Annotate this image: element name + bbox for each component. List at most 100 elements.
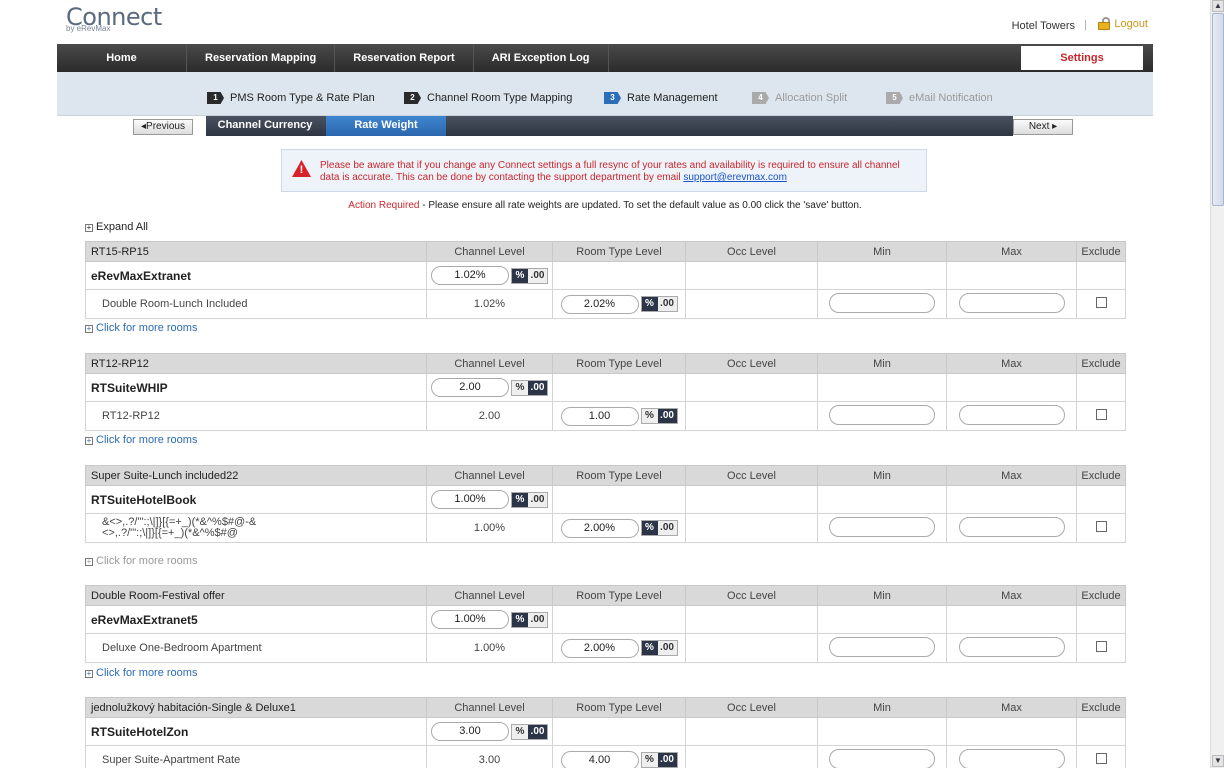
expand-all-link[interactable]: + Expand All — [85, 221, 148, 233]
channel-row: RTSuiteWHIP 2.00 % .00 — [85, 373, 1126, 402]
rate-table: Super Suite-Lunch included22 Channel Lev… — [85, 465, 1126, 543]
col-max: Max — [946, 353, 1077, 374]
channel-rate-input[interactable]: 1.00% — [431, 490, 509, 509]
more-rooms-link[interactable]: + Click for more rooms — [85, 434, 197, 446]
group-header-row: Double Room-Festival offer Channel Level… — [85, 585, 1126, 606]
channel-name: eRevMaxExtranet5 — [85, 605, 427, 634]
percent-toggle[interactable]: % — [641, 297, 658, 311]
percent-toggle[interactable]: % — [512, 268, 528, 283]
step-rate-management[interactable]: 3 Rate Management — [604, 92, 718, 104]
room-rate-input[interactable]: 2.00% — [560, 638, 639, 658]
exclude-checkbox[interactable] — [1095, 753, 1107, 764]
scroll-thumb[interactable] — [1212, 13, 1224, 206]
nav-ari-exception-log[interactable]: ARI Exception Log — [474, 44, 609, 72]
decimal-toggle[interactable]: .00 — [657, 297, 677, 311]
exclude-checkbox[interactable] — [1095, 409, 1107, 420]
room-type-level-cell: 2.02% % .00 — [552, 289, 686, 319]
support-email-link[interactable]: support@erevmax.com — [683, 172, 787, 183]
col-occ-level: Occ Level — [685, 697, 818, 718]
col-room-type-level: Room Type Level — [552, 585, 686, 606]
logout-label: Logout — [1114, 17, 1148, 30]
col-room-type-level: Room Type Level — [552, 241, 686, 262]
col-room-type-level: Room Type Level — [552, 353, 686, 374]
max-input[interactable] — [958, 516, 1065, 537]
scroll-up-icon[interactable]: ▲ — [1212, 0, 1224, 12]
decimal-toggle[interactable]: .00 — [528, 724, 547, 739]
decimal-toggle[interactable]: .00 — [657, 521, 677, 535]
channel-rate-input[interactable]: 2.00 — [431, 378, 509, 397]
decimal-toggle[interactable]: .00 — [657, 409, 677, 423]
rate-table: Double Room-Festival offer Channel Level… — [85, 585, 1126, 663]
previous-button[interactable]: ◂Previous — [133, 119, 193, 135]
room-type-level-cell: 4.00 % .00 — [552, 745, 686, 768]
main-nav: Home Reservation Mapping Reservation Rep… — [57, 44, 1153, 72]
scroll-down-icon[interactable]: ▼ — [1212, 755, 1224, 767]
logout-link[interactable]: Logout — [1097, 17, 1148, 30]
min-input[interactable] — [829, 748, 935, 768]
exclude-checkbox[interactable] — [1095, 641, 1107, 652]
group-title: Super Suite-Lunch included22 — [85, 465, 427, 486]
nav-reservation-mapping[interactable]: Reservation Mapping — [187, 44, 336, 72]
col-channel-level: Channel Level — [426, 353, 553, 374]
percent-toggle[interactable]: % — [512, 492, 528, 507]
tab-channel-currency[interactable]: Channel Currency — [206, 116, 324, 136]
nav-settings[interactable]: Settings — [1021, 46, 1143, 70]
room-name: Deluxe One-Bedroom Apartment — [102, 642, 262, 654]
tab-rate-weight[interactable]: Rate Weight — [326, 116, 446, 136]
percent-toggle[interactable]: % — [512, 612, 528, 627]
step-label: eMail Notification — [909, 92, 993, 104]
min-input[interactable] — [829, 516, 935, 537]
step-channel-room-type-mapping[interactable]: 2 Channel Room Type Mapping — [404, 92, 572, 104]
col-occ-level: Occ Level — [685, 585, 818, 606]
decimal-toggle[interactable]: .00 — [657, 641, 677, 655]
decimal-toggle[interactable]: .00 — [528, 492, 547, 507]
nav-home[interactable]: Home — [57, 44, 187, 72]
exclude-checkbox[interactable] — [1095, 521, 1107, 532]
next-button[interactable]: Next ▸ — [1013, 119, 1073, 135]
max-input[interactable] — [958, 748, 1065, 768]
percent-toggle[interactable]: % — [641, 409, 658, 423]
min-input[interactable] — [829, 292, 935, 313]
decimal-toggle[interactable]: .00 — [657, 753, 677, 767]
channel-row: eRevMaxExtranet5 1.00% % .00 — [85, 605, 1126, 634]
channel-rate-input[interactable]: 3.00 — [431, 722, 509, 741]
percent-toggle[interactable]: % — [641, 521, 658, 535]
percent-toggle[interactable]: % — [512, 724, 528, 739]
more-rooms-link[interactable]: + Click for more rooms — [85, 667, 197, 679]
decimal-toggle[interactable]: .00 — [528, 268, 547, 283]
group-header-row: Super Suite-Lunch included22 Channel Lev… — [85, 465, 1126, 486]
nav-reservation-report[interactable]: Reservation Report — [335, 44, 474, 72]
vertical-scrollbar[interactable]: ▲ ▼ — [1210, 0, 1224, 768]
min-input[interactable] — [829, 404, 935, 425]
percent-toggle[interactable]: % — [512, 380, 528, 395]
group-title: RT12-RP12 — [85, 353, 427, 374]
lock-icon — [1097, 17, 1111, 30]
step-email-notification: 5 eMail Notification — [886, 92, 993, 104]
col-min: Min — [817, 697, 947, 718]
step-pms-room-type[interactable]: 1 PMS Room Type & Rate Plan — [207, 92, 375, 104]
decimal-toggle[interactable]: .00 — [528, 380, 547, 395]
col-room-type-level: Room Type Level — [552, 465, 686, 486]
channel-rate-input[interactable]: 1.00% — [431, 610, 509, 629]
group-header-row: RT12-RP12 Channel Level Room Type Level … — [85, 353, 1126, 374]
percent-toggle[interactable]: % — [641, 641, 658, 655]
channel-rate-input[interactable]: 1.02% — [431, 266, 509, 285]
percent-toggle[interactable]: % — [641, 753, 658, 767]
step-number: 2 — [404, 92, 421, 104]
room-rate-input[interactable]: 4.00 — [560, 750, 639, 768]
max-input[interactable] — [958, 636, 1065, 657]
room-type-level-cell: 2.00% % .00 — [552, 633, 686, 663]
max-input[interactable] — [958, 292, 1065, 313]
decimal-toggle[interactable]: .00 — [528, 612, 547, 627]
more-rooms-link[interactable]: + Click for more rooms — [85, 322, 197, 334]
room-rate-input[interactable]: 2.00% — [560, 518, 639, 538]
max-input[interactable] — [958, 404, 1065, 425]
exclude-checkbox[interactable] — [1095, 297, 1107, 308]
room-rate-input[interactable]: 2.02% — [560, 294, 639, 314]
col-exclude: Exclude — [1076, 353, 1126, 374]
room-rate-input[interactable]: 1.00 — [560, 406, 639, 426]
plus-icon: + — [85, 436, 93, 445]
room-name: Double Room-Lunch Included — [102, 298, 248, 310]
min-input[interactable] — [829, 636, 935, 657]
step-number: 4 — [752, 92, 769, 104]
